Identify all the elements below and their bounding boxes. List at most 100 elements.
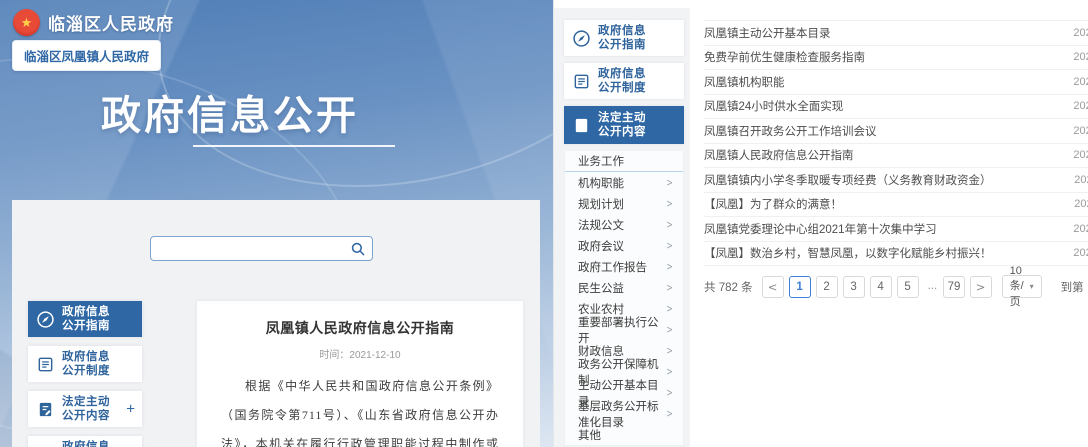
list-item-date: 2021-09-30	[1073, 223, 1088, 235]
submenu-item[interactable]: 民生公益>	[565, 277, 683, 298]
page-ellipsis: ...	[924, 276, 938, 298]
list-item-date: 2021-09-22	[1073, 247, 1088, 259]
list-item[interactable]: 凤凰镇主动公开基本目录2021-12-23	[704, 21, 1088, 46]
sidebar-item-guide[interactable]: 政府信息公开指南	[28, 301, 142, 337]
prev-page-button[interactable]: <	[762, 276, 784, 298]
document-list-icon	[36, 355, 55, 374]
chevron-right-icon: >	[666, 344, 672, 357]
list-item-date: 2021-12-13	[1073, 100, 1088, 112]
article-content: 凤凰镇人民政府信息公开指南 时间：2021-12-10 根据《中华人民共和国政府…	[197, 301, 523, 447]
page-title: 政府信息公开	[101, 83, 359, 141]
pagination: 共 782 条 < 1 2 3 4 5 ... 79 > 10 条/页 ▾ 到第…	[704, 275, 1088, 298]
clipboard-pen-icon	[36, 400, 55, 419]
next-page-button[interactable]: >	[970, 276, 992, 298]
list-item[interactable]: 【凤凰】为了群众的满意！2021-11-09	[704, 193, 1088, 218]
sidebar-item-label: 政府信息公开指南	[62, 305, 110, 333]
submenu-item[interactable]: 重要部署执行公开>	[565, 319, 683, 340]
list-item-date: 2021-12-14	[1073, 51, 1088, 63]
sidebar-item-annual-report[interactable]: 政府信息公开年报 +	[28, 436, 142, 447]
chevron-right-icon: >	[666, 302, 672, 315]
article-date: 时间：2021-12-10	[221, 346, 499, 361]
submenu-item[interactable]: 法规公文>	[565, 214, 683, 235]
compass-icon	[36, 310, 55, 329]
list-item-date: 2021-12-14	[1073, 76, 1088, 88]
page-button-79[interactable]: 79	[943, 276, 965, 298]
list-item[interactable]: 【凤凰】数治乡村，智慧凤凰，以数字化赋能乡村振兴！2021-09-22	[704, 242, 1088, 267]
goto-page-group: 到第 页 确定	[1061, 275, 1088, 298]
list-item-date: 2021-12-13	[1073, 125, 1088, 137]
article-list-panel: 凤凰镇主动公开基本目录2021-12-23 免费孕前优生健康检查服务指南2021…	[690, 8, 1088, 447]
sidebar-item-statutory[interactable]: 法定主动公开内容 +	[28, 391, 142, 427]
national-emblem-icon: ★	[13, 9, 40, 36]
site-header: ★ 临淄区人民政府	[13, 9, 174, 36]
chevron-right-icon: >	[666, 386, 672, 399]
left-sidebar: 政府信息公开指南 政府信息公开制度	[28, 301, 142, 447]
statutory-submenu: 业务工作 机构职能> 规划计划> 法规公文> 政府会议> 政府工作报告> 民生公…	[564, 151, 684, 446]
submenu-item[interactable]: 业务工作	[565, 151, 683, 172]
search-icon[interactable]	[350, 241, 366, 257]
list-item-date: 2021-12-23	[1073, 27, 1088, 39]
collapse-minus-icon[interactable]: —	[662, 117, 677, 134]
list-item-date: 2021-11-09	[1074, 198, 1088, 210]
clipboard-pen-icon	[572, 116, 591, 135]
submenu-item[interactable]: 政府工作报告>	[565, 256, 683, 277]
panel-body: 政府信息公开指南 政府信息公开制度	[28, 301, 523, 447]
sidebar-item-guide[interactable]: 政府信息公开指南	[564, 20, 684, 56]
site-name: 临淄区人民政府	[48, 10, 174, 35]
document-list-icon	[572, 72, 591, 91]
page-button-3[interactable]: 3	[843, 276, 865, 298]
search-box	[150, 236, 373, 261]
article-list: 凤凰镇主动公开基本目录2021-12-23 免费孕前优生健康检查服务指南2021…	[704, 20, 1088, 266]
list-item[interactable]: 凤凰镇24小时供水全面实现2021-12-13	[704, 95, 1088, 120]
sidebar-item-system[interactable]: 政府信息公开制度	[564, 63, 684, 99]
sidebar-item-label: 政府信息公开指南	[598, 24, 646, 52]
content-panel: 政府信息公开指南 政府信息公开制度	[12, 200, 540, 447]
chevron-right-icon: >	[666, 239, 672, 252]
list-item[interactable]: 凤凰镇人民政府信息公开指南2021-12-10	[704, 144, 1088, 169]
list-item-date: 2021-11-15	[1074, 174, 1088, 186]
list-item[interactable]: 凤凰镇党委理论中心组2021年第十次集中学习2021-09-30	[704, 217, 1088, 242]
article-body: 根据《中华人民共和国政府信息公开条例》（国务院令第711号）、《山东省政府信息公…	[221, 372, 499, 447]
left-browser-page: ★ 临淄区人民政府 临淄区凤凰镇人民政府 政府信息公开	[0, 0, 553, 447]
submenu-item[interactable]: 规划计划>	[565, 193, 683, 214]
sidebar-item-system[interactable]: 政府信息公开制度	[28, 346, 142, 382]
page-button-1[interactable]: 1	[789, 276, 811, 298]
submenu-item[interactable]: 机构职能>	[565, 172, 683, 193]
sidebar-item-label: 政府信息公开制度	[598, 67, 646, 95]
chevron-right-icon: >	[666, 365, 672, 378]
page-button-5[interactable]: 5	[897, 276, 919, 298]
submenu-item[interactable]: 基层政务公开标准化目录>	[565, 403, 683, 424]
total-count: 共 782 条	[704, 279, 753, 295]
right-browser-page: 政府信息公开指南 政府信息公开制度 法定主动公开内容 —	[553, 0, 1088, 447]
submenu-item[interactable]: 政府会议>	[565, 235, 683, 256]
page-size-select[interactable]: 10 条/页 ▾	[1002, 275, 1042, 298]
right-sidebar: 政府信息公开指南 政府信息公开制度 法定主动公开内容 —	[554, 8, 690, 447]
sidebar-item-label: 法定主动公开内容	[598, 111, 646, 139]
sidebar-item-label: 政府信息公开年报	[62, 440, 110, 447]
town-gov-button[interactable]: 临淄区凤凰镇人民政府	[12, 40, 161, 71]
chevron-right-icon: >	[666, 176, 672, 189]
title-underline	[193, 145, 395, 147]
sidebar-item-label: 政府信息公开制度	[62, 350, 110, 378]
list-item[interactable]: 凤凰镇机构职能2021-12-14	[704, 70, 1088, 95]
chevron-right-icon: >	[666, 260, 672, 273]
chevron-right-icon: >	[666, 281, 672, 294]
list-item[interactable]: 免费孕前优生健康检查服务指南2021-12-14	[704, 46, 1088, 71]
sidebar-item-statutory[interactable]: 法定主动公开内容 —	[564, 106, 684, 144]
list-item[interactable]: 凤凰镇镇内小学冬季取暖专项经费（义务教育财政资金）2021-11-15	[704, 168, 1088, 193]
list-item[interactable]: 凤凰镇召开政务公开工作培训会议2021-12-13	[704, 119, 1088, 144]
page-button-2[interactable]: 2	[816, 276, 838, 298]
screenshot-root: ★ 临淄区人民政府 临淄区凤凰镇人民政府 政府信息公开	[0, 0, 1088, 447]
chevron-right-icon: >	[666, 218, 672, 231]
article-title: 凤凰镇人民政府信息公开指南	[221, 318, 499, 338]
search-input[interactable]	[151, 237, 350, 260]
chevron-right-icon: >	[666, 323, 672, 336]
list-item-date: 2021-12-10	[1073, 149, 1088, 161]
expand-plus-icon[interactable]: +	[126, 401, 135, 418]
chevron-right-icon: >	[666, 407, 672, 420]
chevron-right-icon: >	[666, 197, 672, 210]
caret-down-icon: ▾	[1030, 282, 1034, 291]
sidebar-item-label: 法定主动公开内容	[62, 395, 110, 423]
page-button-4[interactable]: 4	[870, 276, 892, 298]
compass-icon	[572, 29, 591, 48]
